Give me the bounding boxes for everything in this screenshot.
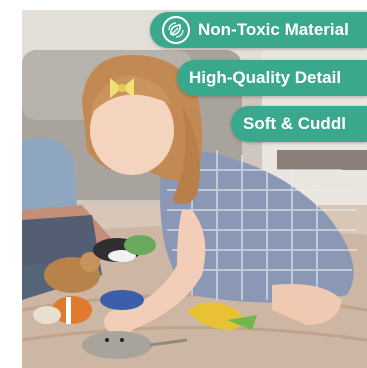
feature-badge-high-quality: High-Quality Detail bbox=[177, 60, 367, 96]
toy-turtle bbox=[124, 235, 156, 255]
leaf-recycle-icon bbox=[162, 16, 190, 44]
toy-stingray bbox=[82, 331, 152, 359]
toy-blue-fish bbox=[100, 290, 144, 310]
feature-badge-label: Non-Toxic Material bbox=[198, 20, 349, 39]
toy-bird bbox=[33, 306, 61, 324]
feature-badge-soft-cuddly: Soft & Cuddl bbox=[231, 106, 367, 142]
product-image-frame: Non-Toxic Material High-Quality Detail S… bbox=[0, 0, 367, 368]
background-shelf bbox=[277, 150, 367, 170]
feature-badge-label: High-Quality Detail bbox=[189, 68, 342, 87]
feature-badge-label: Soft & Cuddl bbox=[243, 114, 346, 133]
feature-badge-non-toxic: Non-Toxic Material bbox=[150, 12, 367, 48]
